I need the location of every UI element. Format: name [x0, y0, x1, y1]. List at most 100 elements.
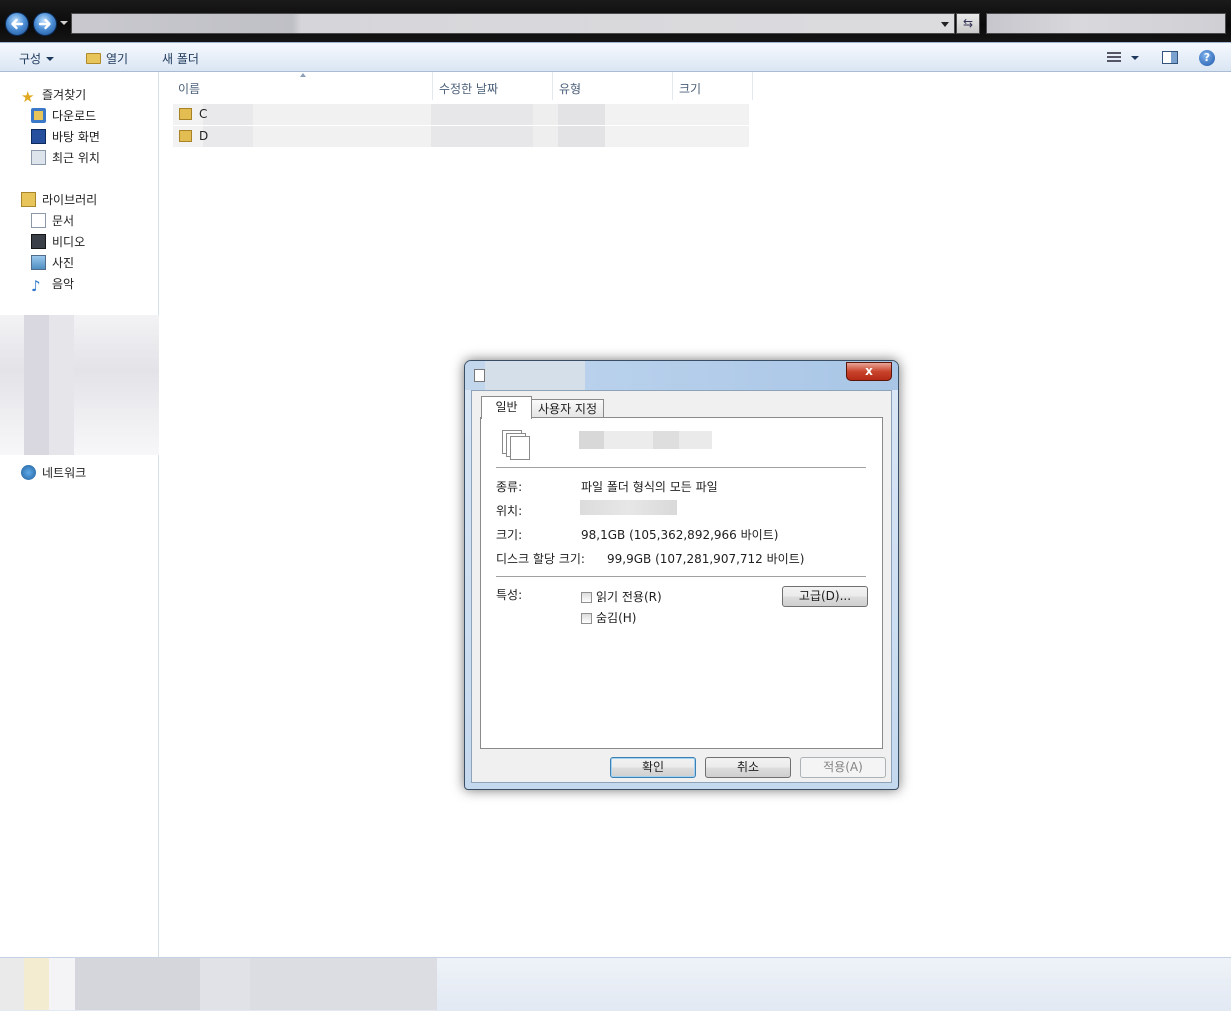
nav-videos-label: 비디오	[52, 235, 86, 249]
nav-favorites-label: 즐겨찾기	[42, 88, 87, 102]
dialog-body: 일반 사용자 지정 종류: 파일 폴더 형식의 모든 파일 위치: 크기: 98…	[471, 390, 892, 783]
caret-down-icon	[1131, 56, 1139, 60]
nav-libraries[interactable]: 라이브러리	[21, 191, 97, 208]
open-button[interactable]: 열기	[86, 50, 128, 67]
picture-icon	[31, 255, 46, 270]
column-divider[interactable]	[432, 72, 433, 100]
general-tab-panel: 종류: 파일 폴더 형식의 모든 파일 위치: 크기: 98,1GB (105,…	[480, 417, 883, 749]
nav-downloads-label: 다운로드	[52, 109, 97, 123]
computer-section-redacted	[0, 315, 159, 455]
file-row[interactable]: C	[173, 104, 749, 125]
nav-documents[interactable]: 문서	[31, 212, 74, 229]
file-name: D	[199, 129, 209, 143]
nav-music-label: 음악	[52, 277, 75, 291]
library-icon	[21, 192, 36, 207]
ok-button[interactable]: 확인	[610, 757, 696, 778]
refresh-icon: ⇆	[962, 16, 974, 30]
change-view-button[interactable]	[1107, 52, 1139, 66]
column-divider[interactable]	[672, 72, 673, 100]
nav-pictures[interactable]: 사진	[31, 254, 74, 271]
tab-general[interactable]: 일반	[481, 396, 532, 419]
document-icon	[31, 213, 46, 228]
details-pane	[0, 957, 1231, 1011]
arrow-right-icon	[38, 18, 51, 30]
sort-ascending-icon	[300, 73, 306, 77]
properties-dialog: x 일반 사용자 지정 종류: 파일 폴더 형식의 모든 파일 위치: 크기: …	[464, 360, 899, 790]
recent-pages-dropdown[interactable]	[60, 21, 68, 25]
checkbox-box[interactable]	[581, 613, 592, 624]
column-header-size[interactable]: 크기	[679, 80, 701, 97]
close-icon: x	[865, 364, 873, 378]
refresh-button[interactable]: ⇆	[956, 13, 980, 34]
column-header-type[interactable]: 유형	[559, 80, 581, 97]
search-input[interactable]	[986, 13, 1226, 34]
navigation-pane: ★ 즐겨찾기 다운로드 바탕 화면 최근 위치 라이브러리 문서 비디오 사진 ♪…	[0, 72, 159, 957]
command-bar: 구성 열기 새 폴더 ?	[0, 42, 1231, 72]
nav-documents-label: 문서	[52, 214, 75, 228]
nav-libraries-label: 라이브러리	[42, 193, 98, 207]
chevron-down-icon[interactable]	[941, 22, 949, 27]
column-header-modified[interactable]: 수정한 날짜	[439, 80, 498, 97]
nav-favorites[interactable]: ★ 즐겨찾기	[21, 86, 86, 105]
checkbox-box[interactable]	[581, 592, 592, 603]
close-button[interactable]: x	[846, 362, 892, 381]
nav-network[interactable]: 네트워크	[21, 464, 86, 481]
nav-music[interactable]: ♪ 음악	[31, 275, 74, 294]
nav-downloads[interactable]: 다운로드	[31, 107, 96, 124]
desktop-icon	[31, 129, 46, 144]
nav-desktop-label: 바탕 화면	[52, 130, 100, 144]
caret-down-icon	[46, 57, 55, 61]
files-icon	[474, 369, 485, 382]
title-bar: ⇆	[0, 0, 1231, 42]
organize-button[interactable]: 구성	[19, 50, 55, 67]
folder-open-icon	[86, 53, 101, 64]
column-divider[interactable]	[552, 72, 553, 100]
column-headers: 이름 수정한 날짜 유형 크기	[160, 72, 755, 100]
multiple-files-icon	[498, 430, 532, 462]
preview-pane-button[interactable]	[1162, 51, 1178, 64]
organize-label: 구성	[19, 52, 42, 66]
nav-recent-label: 최근 위치	[52, 151, 100, 165]
forward-button[interactable]	[33, 12, 57, 36]
column-header-name[interactable]: 이름	[178, 80, 200, 97]
dialog-title-bar[interactable]	[465, 361, 898, 390]
nav-recent[interactable]: 최근 위치	[31, 149, 100, 166]
address-bar[interactable]	[71, 13, 955, 34]
location-value-redacted	[580, 500, 677, 515]
nav-videos[interactable]: 비디오	[31, 233, 85, 250]
divider	[496, 467, 866, 468]
item-name-redacted	[579, 431, 712, 449]
file-name: C	[199, 107, 208, 121]
folder-icon	[179, 108, 192, 120]
help-button[interactable]: ?	[1199, 50, 1215, 66]
divider	[496, 576, 866, 577]
hidden-label: 숨김(H)	[596, 611, 637, 625]
attributes-label: 특성:	[496, 588, 523, 602]
location-label: 위치:	[496, 504, 523, 518]
star-icon: ★	[21, 88, 35, 106]
advanced-button[interactable]: 고급(D)...	[782, 586, 868, 607]
details-redacted	[0, 958, 437, 1010]
file-row[interactable]: D	[173, 126, 749, 147]
video-icon	[31, 234, 46, 249]
type-label: 종류:	[496, 480, 523, 494]
cancel-button[interactable]: 취소	[705, 757, 791, 778]
new-folder-button[interactable]: 새 폴더	[162, 50, 199, 67]
nav-network-label: 네트워크	[42, 466, 87, 480]
size-on-disk-label: 디스크 할당 크기:	[496, 552, 585, 566]
readonly-checkbox[interactable]: 읽기 전용(R)	[581, 588, 662, 605]
tab-custom[interactable]: 사용자 지정	[531, 399, 604, 419]
size-label: 크기:	[496, 528, 523, 542]
help-icon: ?	[1203, 51, 1211, 64]
nav-pictures-label: 사진	[52, 256, 75, 270]
open-label: 열기	[106, 52, 129, 66]
readonly-label: 읽기 전용(R)	[596, 590, 662, 604]
nav-desktop[interactable]: 바탕 화면	[31, 128, 100, 145]
size-on-disk-value: 99,9GB (107,281,907,712 바이트)	[607, 552, 805, 566]
hidden-checkbox[interactable]: 숨김(H)	[581, 609, 636, 626]
recent-places-icon	[31, 150, 46, 165]
back-button[interactable]	[5, 12, 29, 36]
size-value: 98,1GB (105,362,892,966 바이트)	[581, 528, 779, 542]
arrow-left-icon	[11, 18, 24, 30]
column-divider[interactable]	[752, 72, 753, 100]
